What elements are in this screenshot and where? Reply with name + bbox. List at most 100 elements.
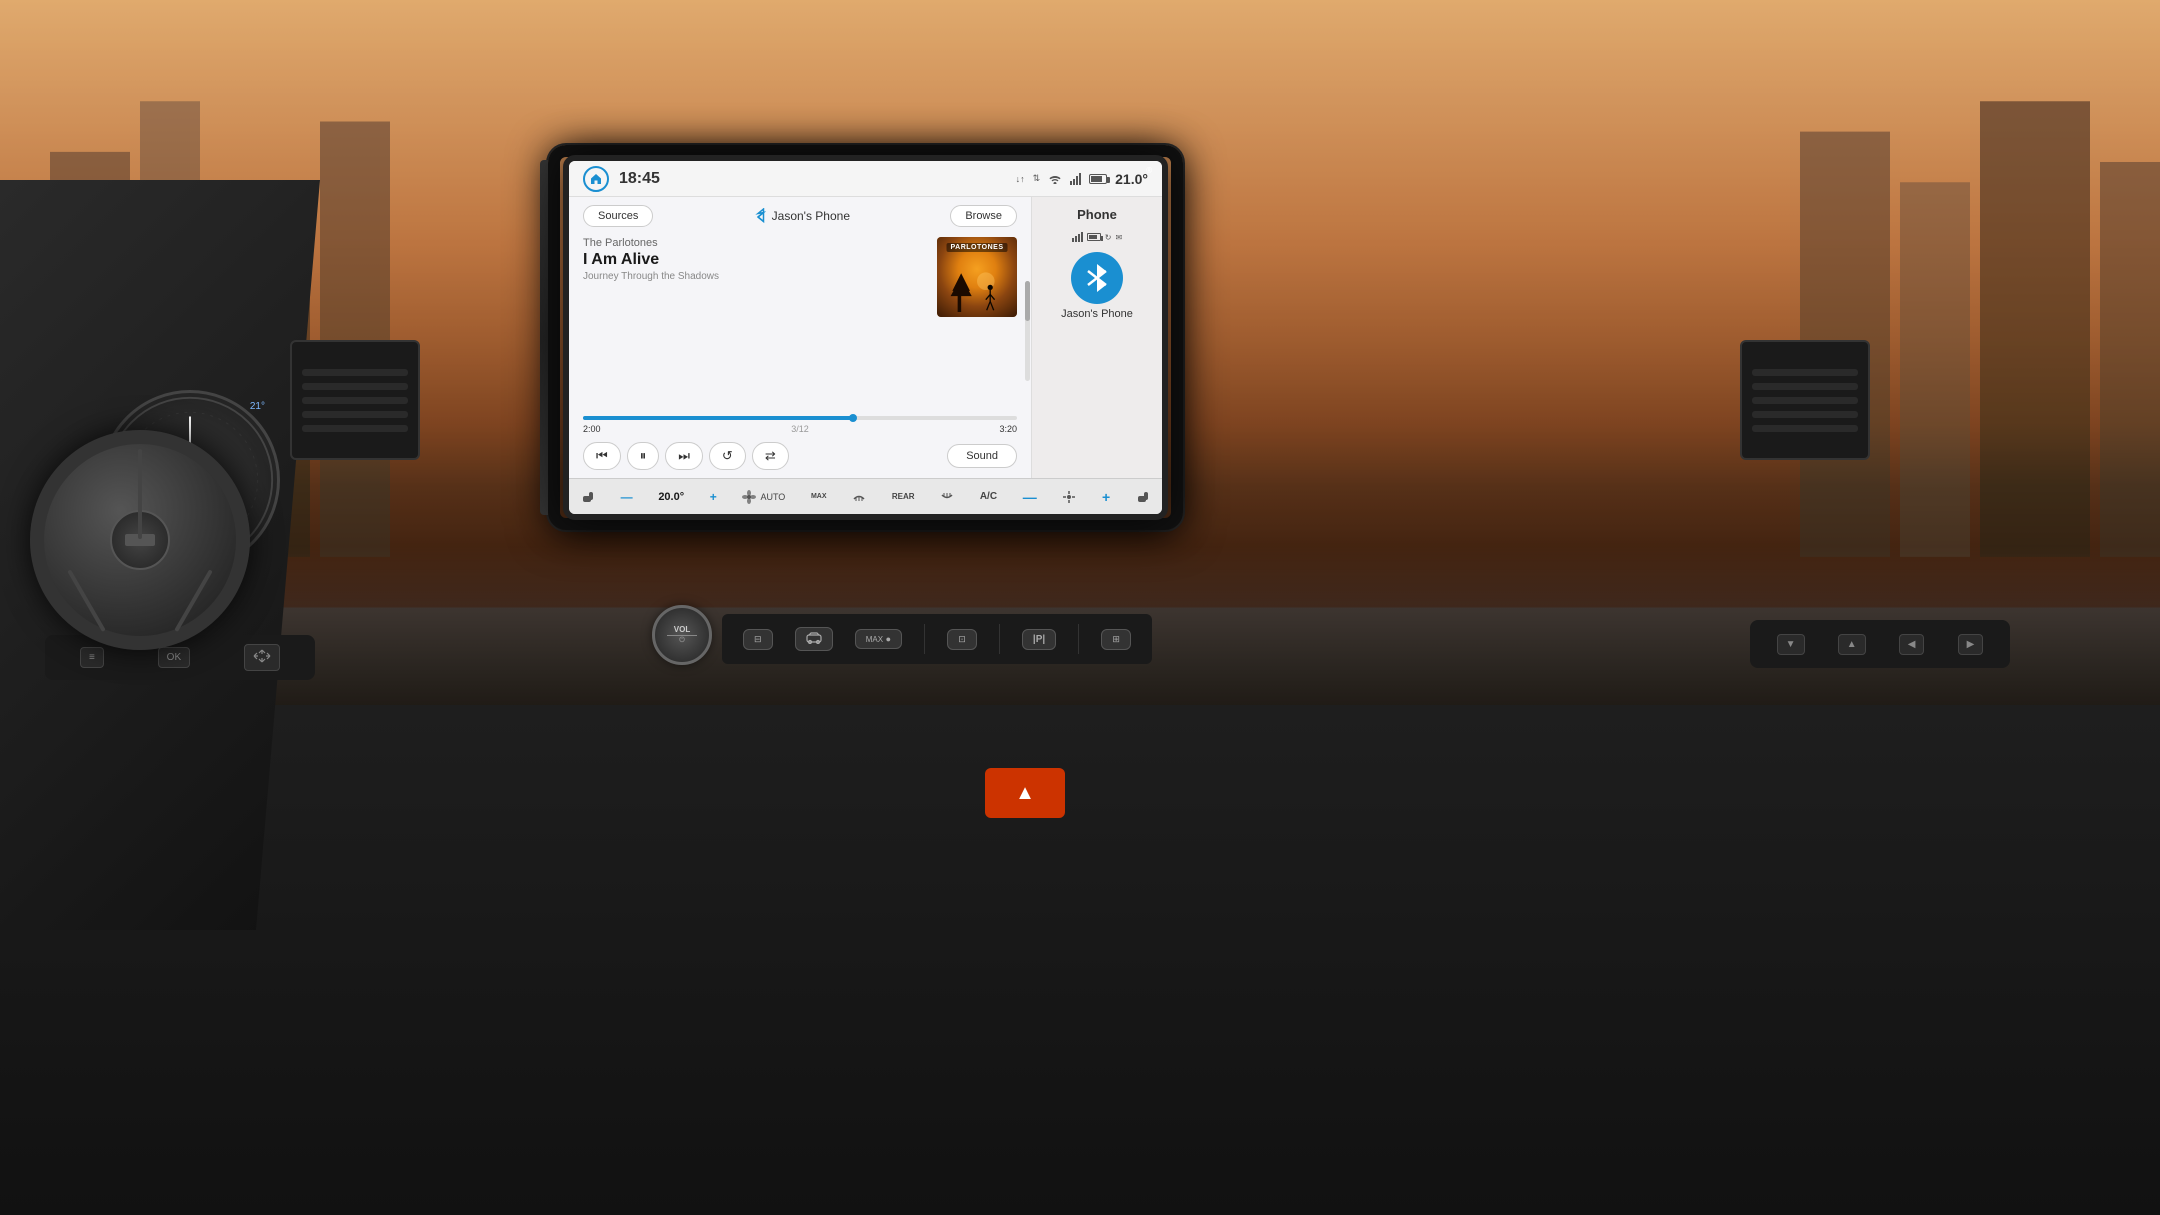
- divider-2: [999, 624, 1000, 654]
- phone-panel: Phone ↻: [1032, 197, 1162, 478]
- vol-power-dot: ⏻: [679, 637, 685, 645]
- media-content: The Parlotones I Am Alive Journey Throug…: [583, 237, 1017, 408]
- circle-dot-icon: ●: [886, 634, 891, 644]
- phone-battery-icon: [1087, 233, 1101, 241]
- climate-defroster-rear: [940, 490, 954, 504]
- right-btn-4[interactable]: ▶: [1958, 634, 1984, 655]
- steering-btn-ok[interactable]: OK: [158, 647, 190, 668]
- bluetooth-device-button[interactable]: ® Jason's Phone: [1040, 252, 1154, 320]
- fan-auto-label: AUTO: [760, 492, 785, 502]
- progress-thumb: [849, 414, 857, 422]
- phys-btn-grid[interactable]: ⊞: [1101, 629, 1131, 650]
- climate-seat-left: [581, 490, 595, 504]
- right-physical-controls: ▼ ▲ ◀ ▶: [1750, 620, 2010, 668]
- nav-arrows-icon: [253, 649, 271, 663]
- dashboard: [0, 705, 2160, 1215]
- repeat-icon: ↺: [722, 448, 733, 464]
- source-bar: Sources Jason's Phone Browse: [583, 205, 1017, 227]
- download-icon: ↓↑: [1016, 174, 1025, 184]
- track-info: The Parlotones I Am Alive Journey Throug…: [583, 237, 927, 282]
- phone-title: Phone: [1077, 207, 1117, 222]
- time-current: 2:00: [583, 424, 601, 434]
- temp-plus-button[interactable]: +: [710, 490, 717, 504]
- sources-button[interactable]: Sources: [583, 205, 653, 227]
- steering-btn-menu[interactable]: ≡: [80, 647, 104, 668]
- ac-fan-icon: [1062, 490, 1076, 504]
- phys-btn-1[interactable]: ⊟: [743, 629, 773, 650]
- pause-button[interactable]: ⏸: [627, 442, 660, 470]
- sound-button[interactable]: Sound: [947, 444, 1017, 468]
- fan-icon: [742, 490, 756, 504]
- ac-plus-button[interactable]: +: [1102, 489, 1110, 505]
- next-icon: ⏭: [678, 448, 690, 464]
- track-title: I Am Alive: [583, 251, 927, 269]
- time-labels: 2:00 3/12 3:20: [583, 424, 1017, 434]
- scrollbar[interactable]: [1025, 281, 1030, 381]
- hazard-button[interactable]: ▲: [985, 768, 1065, 818]
- phys-btn-max[interactable]: MAX ●: [855, 629, 902, 649]
- progress-bar[interactable]: [583, 416, 1017, 420]
- shuffle-button[interactable]: ⇄: [752, 442, 789, 470]
- phone-status-icons: ↻ ✉: [1072, 232, 1122, 242]
- battery-icon: [1089, 174, 1107, 184]
- volume-knob[interactable]: VOL ⏻: [652, 605, 712, 665]
- controls-row: ⏮ ⏸ ⏭ ↺ ⇄ Sound: [583, 442, 1017, 470]
- progress-fill: [583, 416, 852, 420]
- signal-icon: [1070, 173, 1081, 185]
- album-name: Journey Through the Shadows: [583, 271, 927, 282]
- media-panel: Sources Jason's Phone Browse The Parloto…: [569, 197, 1032, 478]
- time-position: 3/12: [791, 424, 809, 434]
- ac-label: A/C: [980, 491, 997, 502]
- header-temperature: 21.0°: [1115, 171, 1148, 187]
- dash-temp: 21°: [250, 401, 265, 412]
- max-label: MAX: [866, 635, 883, 644]
- climate-defroster-front: [852, 490, 866, 504]
- right-btn-3[interactable]: ◀: [1899, 634, 1925, 655]
- home-button[interactable]: [583, 166, 609, 192]
- screen-header: 18:45 ↓↑ ⇅ 21.0°: [569, 161, 1162, 197]
- prev-button[interactable]: ⏮: [583, 442, 621, 470]
- bluetooth-circle: ®: [1071, 252, 1123, 304]
- repeat-button[interactable]: ↺: [709, 442, 746, 470]
- bluetooth-source-label: Jason's Phone: [754, 208, 850, 224]
- album-band-name: PARLOTONES: [947, 243, 1008, 252]
- phys-btn-screen[interactable]: ⊡: [947, 629, 977, 650]
- vehicle-icon: [806, 632, 822, 644]
- prev-icon: ⏮: [596, 448, 608, 464]
- time-total: 3:20: [999, 424, 1017, 434]
- climate-temperature: 20.0°: [658, 491, 684, 503]
- album-art-inner: PARLOTONES: [937, 237, 1017, 317]
- climate-seat-right: [1136, 490, 1150, 504]
- phone-message-icon: ✉: [1116, 233, 1123, 242]
- browse-button[interactable]: Browse: [950, 205, 1017, 227]
- shuffle-icon: ⇄: [765, 448, 776, 464]
- divider-3: [1078, 624, 1079, 654]
- steering-btn-arrows[interactable]: [244, 644, 280, 671]
- screen-body: Sources Jason's Phone Browse The Parloto…: [569, 197, 1162, 478]
- bt-device-name: Jason's Phone: [1061, 308, 1133, 320]
- next-button[interactable]: ⏭: [665, 442, 703, 470]
- right-btn-1[interactable]: ▼: [1777, 634, 1805, 655]
- phone-signal-icon: [1072, 232, 1083, 242]
- left-vent: [290, 340, 420, 460]
- physical-button-strip: ⊟ MAX ● ⊡ |P| ⊞: [722, 614, 1152, 664]
- climate-fan: AUTO: [742, 490, 785, 504]
- phone-sync-icon: ↻: [1105, 233, 1112, 242]
- defroster-rear-icon: [940, 490, 954, 504]
- hazard-icon: ▲: [1015, 782, 1035, 805]
- bluetooth-device-name: Jason's Phone: [772, 209, 850, 223]
- phys-btn-park[interactable]: |P|: [1022, 629, 1056, 650]
- progress-section: 2:00 3/12 3:20: [583, 416, 1017, 442]
- divider: [924, 624, 925, 654]
- phys-btn-vehicle[interactable]: [795, 627, 833, 651]
- ac-minus-button[interactable]: —: [1023, 489, 1037, 505]
- climate-rear: REAR: [892, 492, 915, 501]
- temp-minus-button[interactable]: —: [621, 490, 633, 504]
- rear-label: REAR: [892, 492, 915, 501]
- volume-knob-area: VOL ⏻: [652, 605, 712, 665]
- right-btn-2[interactable]: ▲: [1838, 634, 1866, 655]
- right-vent: [1740, 340, 1870, 460]
- time-display: 18:45: [619, 170, 660, 188]
- artist-name: The Parlotones: [583, 237, 927, 249]
- wifi-icon: [1048, 173, 1062, 184]
